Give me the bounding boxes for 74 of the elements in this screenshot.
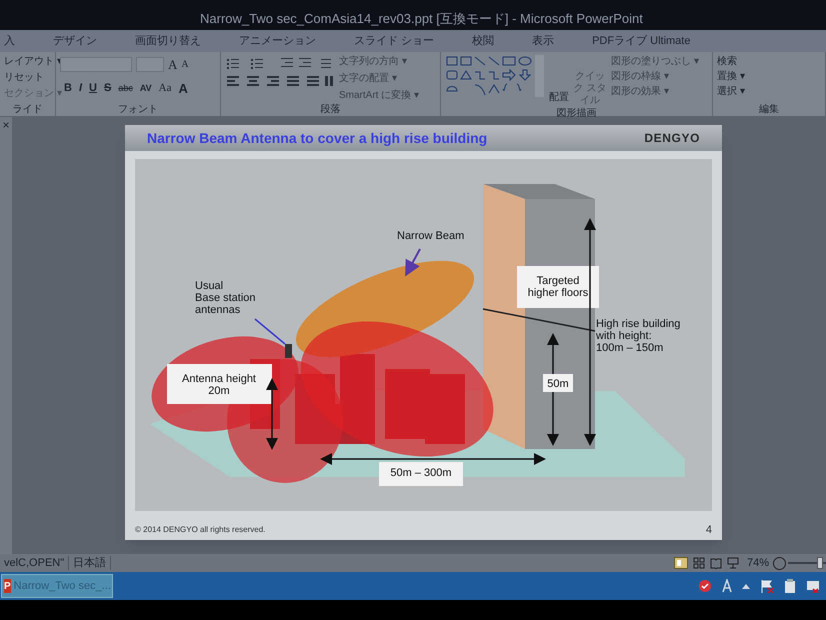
- group-label: ライド: [12, 103, 44, 116]
- zoom-slider-track[interactable]: [788, 557, 826, 569]
- quick-style-button[interactable]: クイック スタイル: [573, 55, 607, 107]
- zoom-slider-thumb[interactable]: [817, 557, 824, 569]
- font-format-button[interactable]: B: [64, 80, 72, 96]
- ribbon-tab[interactable]: 校閲: [470, 32, 496, 50]
- ribbon-tab[interactable]: PDFライブ Ultimate: [590, 32, 692, 50]
- floors-height-label: 50m: [547, 378, 569, 390]
- clipboard-icon[interactable]: [784, 579, 796, 593]
- label-background: [543, 374, 573, 392]
- font-format-button[interactable]: U: [89, 80, 97, 96]
- font-format-button[interactable]: I: [78, 80, 82, 96]
- ribbon-command[interactable]: 選択 ▾: [717, 85, 745, 99]
- taskbar-window-button[interactable]: P Narrow_Two sec_...: [1, 574, 113, 598]
- page-number: 4: [706, 522, 712, 538]
- pointer-arrow: [405, 248, 421, 277]
- zoom-level: 74%: [746, 556, 770, 571]
- ribbon-command[interactable]: 図形の塗りつぶし ▾: [611, 55, 699, 69]
- ribbon-tab[interactable]: スライド ショー: [352, 32, 436, 50]
- ribbon-command[interactable]: 検索: [717, 55, 745, 69]
- font-format-button[interactable]: abc: [118, 82, 133, 95]
- distance-label: 50m – 300m: [390, 467, 452, 479]
- arrange-button[interactable]: 配置: [549, 55, 569, 107]
- antenna-mast: [285, 344, 292, 358]
- group-label: 編集: [758, 103, 780, 116]
- alignment-icons-drawing[interactable]: [225, 75, 335, 87]
- ribbon-tab[interactable]: アニメーション: [237, 32, 318, 50]
- reading-view-icon[interactable]: [710, 557, 722, 569]
- status-text: 日本語: [69, 556, 112, 570]
- ribbon-tab[interactable]: 表示: [530, 32, 556, 50]
- font-format-button[interactable]: A: [178, 78, 188, 98]
- grow-font-button[interactable]: A: [168, 55, 178, 74]
- powerpoint-icon: P: [4, 579, 11, 593]
- ribbon-tab[interactable]: 入: [2, 32, 17, 50]
- ribbon-command[interactable]: 図形の効果 ▾: [611, 85, 699, 99]
- font-format-button[interactable]: S: [104, 80, 112, 96]
- close-icon[interactable]: ×: [2, 119, 10, 131]
- ribbon-command[interactable]: SmartArt に変換 ▾: [339, 89, 420, 103]
- antenna-label: Usual Base station antennas: [195, 280, 256, 316]
- ribbon-command[interactable]: 図形の枠線 ▾: [611, 70, 699, 84]
- ribbon-tab[interactable]: 画面切り替え: [133, 32, 203, 50]
- shape-gallery-drawing[interactable]: [445, 55, 545, 97]
- ribbon-tab[interactable]: デザイン: [51, 32, 99, 50]
- beam-label: Narrow Beam: [397, 230, 464, 242]
- company-logo: DENGYO: [644, 130, 700, 147]
- shrink-font-button[interactable]: A: [181, 57, 189, 72]
- height-label: Antenna height 20m: [182, 373, 256, 397]
- copyright-text: © 2014 DENGYO all rights reserved.: [135, 524, 266, 536]
- font-format-button[interactable]: AV: [140, 82, 152, 95]
- ribbon-command[interactable]: 文字列の方向 ▾: [339, 55, 420, 69]
- leader-line: [254, 318, 286, 345]
- ribbon-command[interactable]: 文字の配置 ▾: [339, 72, 420, 86]
- slide-sorter-icon[interactable]: [692, 557, 705, 569]
- group-label: 段落: [320, 103, 342, 116]
- flag-icon[interactable]: [760, 579, 774, 593]
- tray-expand-icon[interactable]: [742, 583, 750, 589]
- floors-label: Targeted higher floors: [528, 275, 588, 299]
- window-title: Narrow_Two sec_ComAsia14_rev03.ppt [互換モード] - Microsoft PowerPoint: [200, 10, 643, 28]
- status-text: velC,OPEN": [0, 556, 70, 570]
- group-label: 図形描画: [556, 107, 598, 120]
- ribbon-command[interactable]: リセット: [4, 71, 62, 85]
- normal-view-icon[interactable]: [674, 557, 688, 569]
- ribbon-command[interactable]: 置換 ▾: [717, 70, 745, 84]
- slideshow-icon[interactable]: [726, 557, 739, 569]
- font-name-field[interactable]: [60, 57, 132, 72]
- shield-icon[interactable]: [698, 579, 712, 593]
- slide-title: Narrow Beam Antenna to cover a high rise building: [147, 128, 488, 148]
- group-label: フォント: [117, 103, 159, 116]
- font-size-field[interactable]: [136, 57, 164, 72]
- input-method-icon[interactable]: [722, 579, 732, 593]
- network-icon[interactable]: [806, 579, 820, 593]
- font-format-button[interactable]: Aa: [158, 80, 172, 96]
- zoom-out-icon[interactable]: [773, 556, 786, 570]
- building-height-label: High rise building with height: 100m – 150m: [596, 318, 680, 354]
